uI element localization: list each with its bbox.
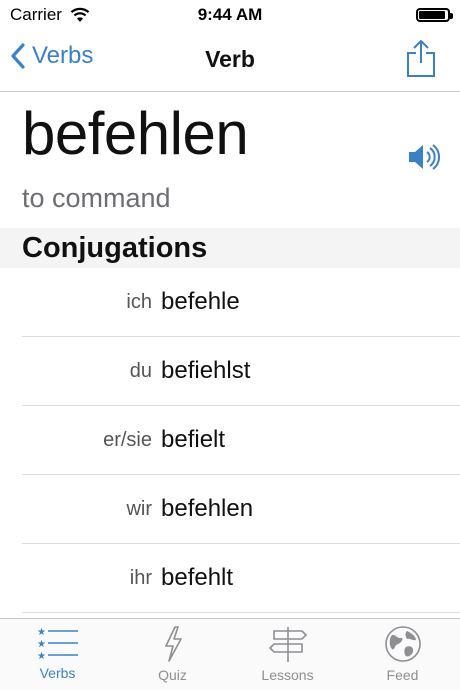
share-button[interactable] (406, 38, 436, 83)
battery-icon (416, 8, 453, 22)
conjugation-list: ich befehle du befiehlst er/sie befielt … (0, 268, 460, 613)
conjugations-header: Conjugations (0, 228, 460, 268)
tab-quiz[interactable]: Quiz (115, 619, 230, 690)
pronoun-label: ihr (129, 567, 152, 589)
conjugation-row[interactable]: ich befehle (0, 268, 460, 337)
tab-label: Lessons (261, 667, 314, 683)
lightning-icon (164, 626, 182, 662)
speaker-icon (409, 144, 440, 170)
share-icon (407, 40, 435, 77)
tab-bar: ★ ★ ★ Verbs Quiz Lessons Feed (0, 618, 460, 690)
globe-icon (384, 626, 421, 662)
tab-feed[interactable]: Feed (345, 619, 460, 690)
tab-verbs[interactable]: ★ ★ ★ Verbs (0, 619, 115, 690)
tab-label: Quiz (158, 667, 187, 683)
back-button[interactable]: Verbs (10, 42, 93, 70)
back-button-label: Verbs (32, 42, 94, 69)
pronoun-label: er/sie (103, 429, 152, 451)
wifi-icon (70, 7, 90, 22)
svg-text:★: ★ (37, 651, 46, 661)
conjugated-form: befehlen (161, 495, 254, 522)
carrier-label: Carrier (10, 5, 62, 24)
tab-lessons[interactable]: Lessons (230, 619, 345, 690)
verb-infinitive: befehlen (22, 100, 249, 167)
pronoun-label: ich (126, 291, 152, 313)
conjugation-row[interactable]: ihr befehlt (0, 544, 460, 613)
conjugation-row[interactable]: du befiehlst (0, 337, 460, 406)
chevron-left-icon (11, 43, 25, 69)
pronoun-label: du (129, 360, 152, 382)
tab-label: Feed (386, 667, 419, 683)
section-title: Conjugations (22, 232, 208, 264)
verb-translation: to command (22, 183, 171, 213)
conjugation-row[interactable]: wir befehlen (0, 475, 460, 544)
status-left: Carrier (10, 5, 90, 25)
pronoun-label: wir (126, 498, 152, 520)
conjugation-row[interactable]: er/sie befielt (0, 406, 460, 475)
starred-list-icon: ★ ★ ★ (37, 627, 78, 661)
signpost-icon (268, 627, 307, 662)
conjugated-form: befehle (161, 288, 240, 315)
svg-text:★: ★ (37, 627, 46, 638)
conjugated-form: befiehlst (161, 357, 251, 384)
conjugated-form: befehlt (161, 564, 234, 591)
play-audio-button[interactable] (406, 140, 440, 179)
battery-fill (419, 11, 445, 19)
navigation-bar: Verbs Verb (0, 30, 460, 92)
svg-text:★: ★ (37, 639, 46, 650)
status-bar: Carrier 9:44 AM (0, 0, 460, 30)
tab-label: Verbs (39, 665, 76, 681)
conjugated-form: befielt (161, 426, 226, 453)
